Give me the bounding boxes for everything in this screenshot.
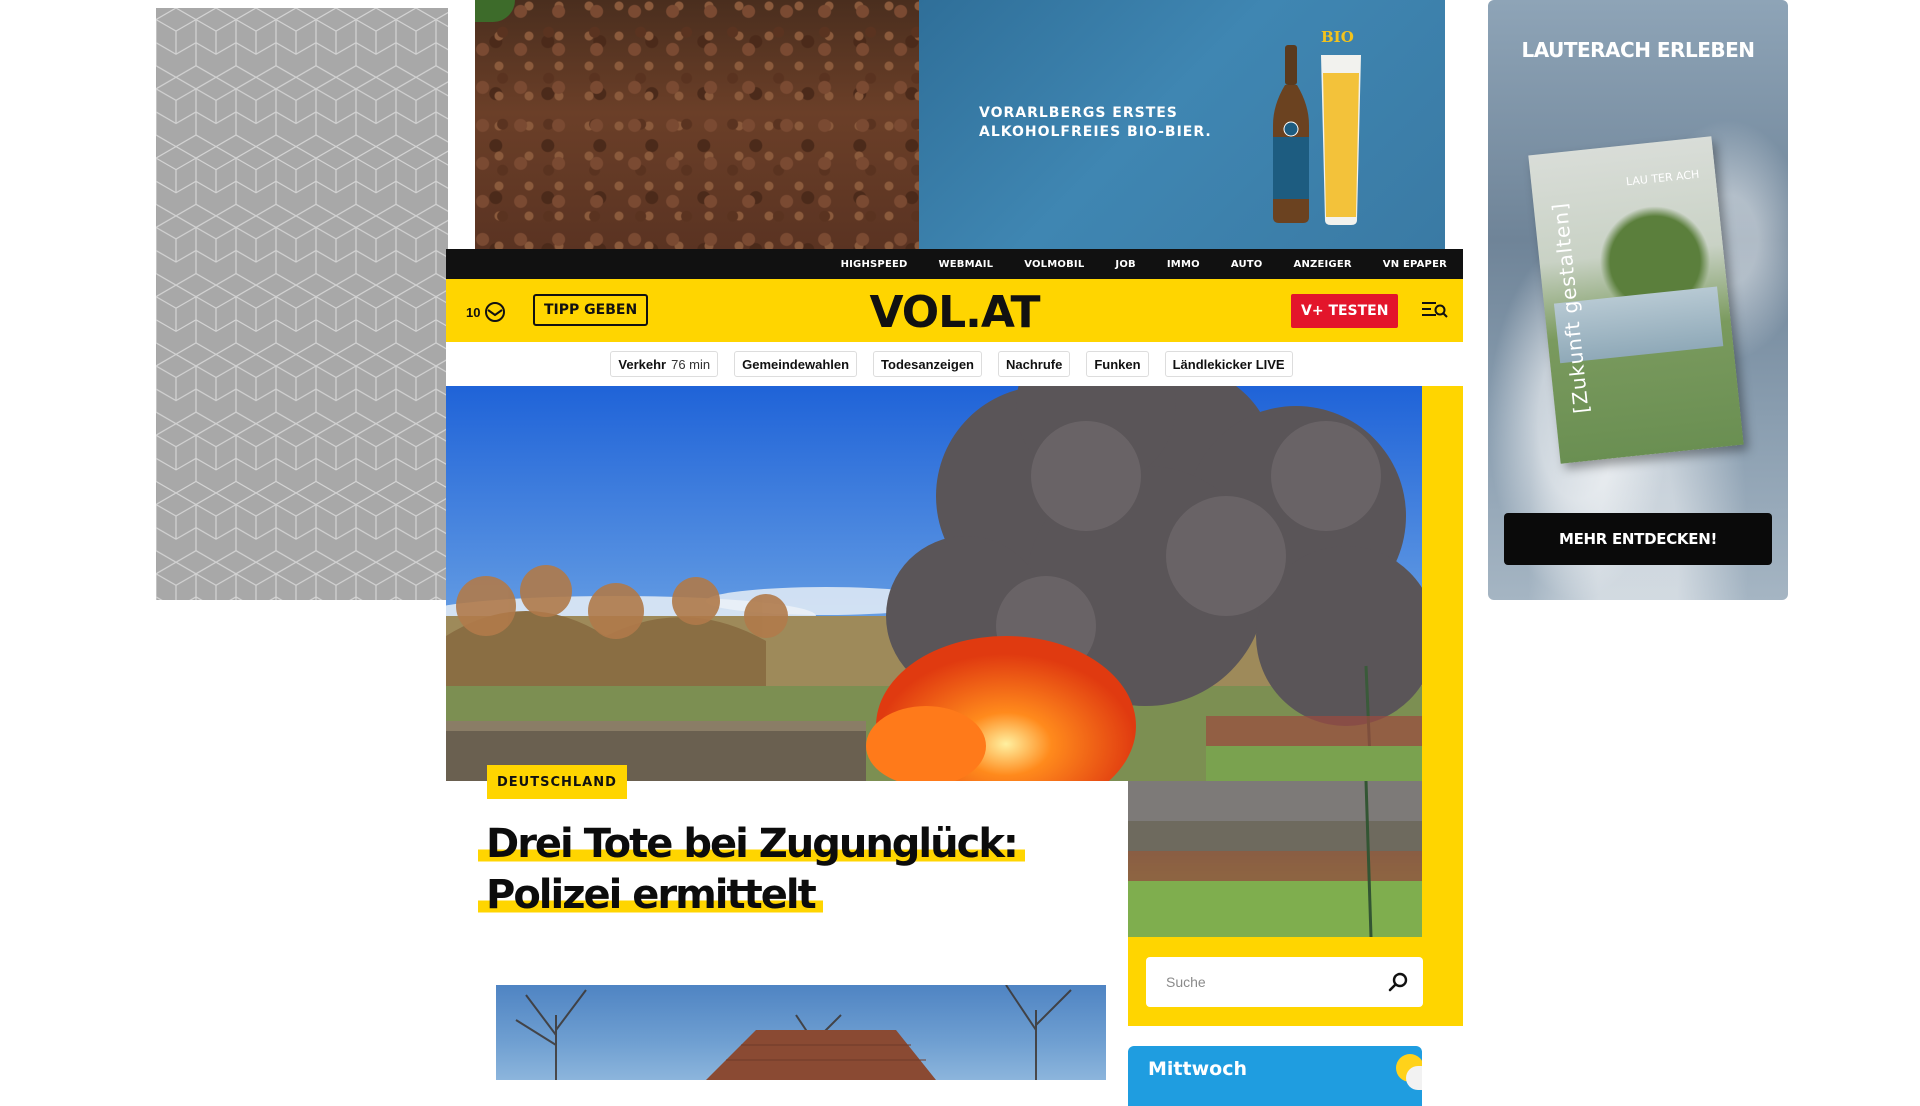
train-fire-photo <box>446 386 1422 781</box>
weather-icon <box>485 302 506 322</box>
topbar-link-volmobil[interactable]: VOLMOBIL <box>1024 259 1084 270</box>
quick-links-bar: Verkehr 76 min Gemeindewahlen Todesanzei… <box>446 342 1463 386</box>
left-skyscraper-ad[interactable] <box>156 8 448 600</box>
ad-slogan-line-1: VORARLBERGS ERSTES <box>979 105 1178 121</box>
headline-line-2: Polizei ermittelt <box>478 872 823 918</box>
cloud-icon <box>1406 1066 1422 1090</box>
mehr-entdecken-button[interactable]: MEHR ENTDECKEN! <box>1504 513 1772 565</box>
topbar-link-anzeiger[interactable]: ANZEIGER <box>1294 259 1352 270</box>
quick-link-todesanzeigen[interactable]: Todesanzeigen <box>873 351 982 377</box>
cube-pattern <box>156 8 448 600</box>
site-header: 10 TIPP GEBEN VOL.AT V+ TESTEN <box>446 279 1463 342</box>
quick-link-funken[interactable]: Funken <box>1086 351 1149 377</box>
right-skyscraper-ad[interactable]: LAUTERACH ERLEBEN [Zukunft gestalten] LA… <box>1488 0 1788 600</box>
topbar-link-auto[interactable]: AUTO <box>1231 259 1263 270</box>
beer-glass-icon <box>1321 55 1361 225</box>
article-headline[interactable]: Drei Tote bei Zugunglück: Polizei ermitt… <box>478 819 1098 921</box>
topbar-link-job[interactable]: JOB <box>1115 259 1135 270</box>
quick-link-verkehr[interactable]: Verkehr 76 min <box>610 351 719 377</box>
hero-image-continuation <box>1128 781 1422 937</box>
search-icon <box>1388 972 1408 992</box>
weather-widget[interactable]: Mittwoch <box>1128 1046 1422 1106</box>
quick-link-nachrufe[interactable]: Nachrufe <box>998 351 1071 377</box>
search-input[interactable] <box>1164 973 1387 991</box>
tipp-geben-button[interactable]: TIPP GEBEN <box>533 294 649 326</box>
topbar-link-webmail[interactable]: WEBMAIL <box>939 259 994 270</box>
temperature-value: 10 <box>466 304 481 320</box>
ad-heading: LAUTERACH ERLEBEN <box>1521 38 1755 62</box>
site-main-column: HIGHSPEED WEBMAIL VOLMOBIL JOB IMMO AUTO… <box>446 249 1463 1106</box>
brochure-image: [Zukunft gestalten] LAU TER ACH <box>1528 136 1744 464</box>
field-photo <box>1128 781 1422 937</box>
top-billboard-ad[interactable]: VORARLBERGS ERSTES ALKOHOLFREIES BIO-BIE… <box>475 0 1445 250</box>
search-button[interactable] <box>1387 971 1409 993</box>
bio-badge: BIO <box>1321 28 1354 46</box>
beer-bottle-icon <box>1273 45 1309 223</box>
hero-image[interactable] <box>446 386 1422 781</box>
brochure-corner-text: LAU TER ACH <box>1625 167 1700 189</box>
leaf-decoration <box>475 0 515 22</box>
header-weather[interactable]: 10 <box>466 301 506 323</box>
second-article-image[interactable] <box>496 985 1106 1080</box>
hero-section: Mittwoch DEUTSCHLAND Drei Tote bei Zugun… <box>446 386 1463 1106</box>
traffic-value: 76 min <box>671 356 711 372</box>
headline-line-1: Drei Tote bei Zugunglück: <box>478 821 1025 867</box>
quick-link-gemeindewahlen[interactable]: Gemeindewahlen <box>734 351 858 377</box>
traffic-label: Verkehr <box>618 356 667 372</box>
quick-link-laendlekicker-live[interactable]: Ländlekicker LIVE <box>1164 351 1293 377</box>
article-category[interactable]: DEUTSCHLAND <box>487 765 627 799</box>
house-photo <box>515 985 1072 1080</box>
menu-search-icon <box>1422 302 1448 318</box>
menu-search-button[interactable] <box>1422 299 1448 321</box>
service-topbar: HIGHSPEED WEBMAIL VOLMOBIL JOB IMMO AUTO… <box>446 249 1463 279</box>
soil-image <box>475 0 919 250</box>
weather-day: Mittwoch <box>1148 1058 1247 1080</box>
topbar-link-highspeed[interactable]: HIGHSPEED <box>841 259 908 270</box>
ad-slogan-line-2: ALKOHOLFREIES BIO-BIER. <box>979 124 1212 140</box>
topbar-link-immo[interactable]: IMMO <box>1167 259 1200 270</box>
ad-slogan: VORARLBERGS ERSTES ALKOHOLFREIES BIO-BIE… <box>979 104 1212 142</box>
beer-ad-panel: VORARLBERGS ERSTES ALKOHOLFREIES BIO-BIE… <box>919 0 1445 250</box>
v-plus-testen-button[interactable]: V+ TESTEN <box>1291 294 1399 328</box>
topbar-link-vn-epaper[interactable]: VN EPAPER <box>1383 259 1447 270</box>
search-box <box>1146 957 1423 1007</box>
hero-right-rail <box>1128 781 1463 1026</box>
